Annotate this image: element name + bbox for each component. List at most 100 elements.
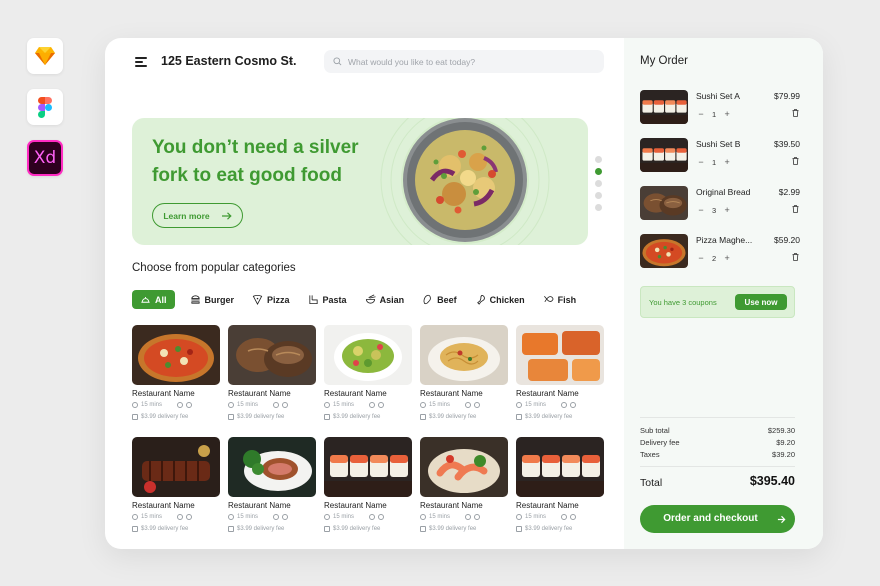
coin-icon [186, 514, 193, 520]
restaurant-image[interactable] [228, 437, 316, 497]
restaurant-card[interactable]: Restaurant Name 15 mins $3.99 delivery fee [132, 437, 220, 534]
restaurant-card[interactable]: Restaurant Name 15 mins $3.99 delivery fee [516, 325, 604, 422]
decrease-quantity-button[interactable]: − [698, 253, 704, 263]
delivery-fee-text: $3.99 delivery fee [525, 526, 573, 532]
xd-app-icon[interactable]: Xd [27, 140, 63, 176]
restaurant-image[interactable] [516, 437, 604, 497]
restaurant-name[interactable]: Restaurant Name [516, 389, 579, 398]
coin-icon [474, 514, 481, 520]
category-tab-chicken[interactable]: Chicken [475, 294, 525, 305]
carousel-dot[interactable] [595, 192, 602, 199]
delivery-fee-row: Delivery fee $9.20 [640, 438, 795, 447]
cloche-icon [141, 297, 150, 303]
learn-more-button[interactable]: Learn more [152, 203, 243, 228]
chevron-down-icon[interactable]: ⌄ [287, 55, 295, 66]
category-tab-all[interactable]: All [132, 290, 175, 309]
search-bar[interactable] [324, 50, 604, 73]
restaurant-card[interactable]: Restaurant Name 15 mins $3.99 delivery fee [228, 437, 316, 534]
delivery-time: 15 mins [516, 402, 577, 408]
restaurant-name[interactable]: Restaurant Name [516, 501, 579, 510]
coupon-banner: You have 3 coupons Use now [640, 286, 795, 318]
increase-quantity-button[interactable]: + [724, 205, 730, 215]
order-checkout-button[interactable]: Order and checkout [640, 505, 795, 533]
coin-icon [273, 514, 280, 520]
coin-icon [465, 514, 472, 520]
restaurant-name[interactable]: Restaurant Name [324, 501, 387, 510]
figma-app-icon[interactable] [27, 89, 63, 125]
trash-icon[interactable] [792, 109, 799, 117]
category-tab-pasta[interactable]: Pasta [308, 294, 347, 305]
restaurant-name[interactable]: Restaurant Name [228, 389, 291, 398]
restaurant-card[interactable]: Restaurant Name 15 mins $3.99 delivery fee [516, 437, 604, 534]
restaurant-name[interactable]: Restaurant Name [324, 389, 387, 398]
carousel-dot[interactable] [595, 180, 602, 187]
quantity-value: 1 [712, 157, 717, 167]
sketch-app-icon[interactable] [27, 38, 63, 74]
trash-icon[interactable] [792, 205, 799, 213]
increase-quantity-button[interactable]: + [724, 253, 730, 263]
food-photo [640, 234, 688, 268]
restaurant-image[interactable] [324, 325, 412, 385]
restaurant-image[interactable] [324, 437, 412, 497]
food-photo [516, 325, 604, 385]
clock-icon [516, 514, 522, 520]
clock-icon [420, 402, 426, 408]
restaurant-image[interactable] [516, 325, 604, 385]
increase-quantity-button[interactable]: + [724, 109, 730, 119]
category-tab-beef[interactable]: Beef [422, 294, 457, 305]
search-input[interactable] [348, 56, 588, 67]
restaurant-image[interactable] [132, 437, 220, 497]
restaurant-image[interactable] [228, 325, 316, 385]
carousel-dot[interactable] [595, 156, 602, 163]
restaurant-card[interactable]: Restaurant Name 15 mins $3.99 delivery fee [132, 325, 220, 422]
restaurant-card[interactable]: Restaurant Name 15 mins $3.99 delivery fee [228, 325, 316, 422]
delivery-icon [228, 414, 234, 420]
order-item-image [640, 90, 688, 124]
delivery-icon [420, 526, 426, 532]
restaurant-card[interactable]: Restaurant Name 15 mins $3.99 delivery fee [324, 437, 412, 534]
restaurant-name[interactable]: Restaurant Name [420, 389, 483, 398]
decrease-quantity-button[interactable]: − [698, 109, 704, 119]
restaurant-name[interactable]: Restaurant Name [132, 501, 195, 510]
coin-icon [465, 402, 472, 408]
restaurant-card[interactable]: Restaurant Name 15 mins $3.99 delivery fee [420, 325, 508, 422]
order-item: Original Bread $2.99 −3 + [640, 186, 800, 220]
divider [640, 417, 795, 418]
increase-quantity-button[interactable]: + [724, 157, 730, 167]
delivery-address[interactable]: 125 Eastern Cosmo St. [161, 54, 296, 68]
carousel-dot-active[interactable] [595, 168, 602, 175]
restaurant-image[interactable] [420, 325, 508, 385]
bowl-icon [365, 294, 376, 304]
category-tab-pizza[interactable]: Pizza [252, 294, 290, 305]
restaurant-name[interactable]: Restaurant Name [420, 501, 483, 510]
taxes-value: $39.20 [772, 450, 795, 459]
trash-icon[interactable] [792, 157, 799, 165]
restaurant-name[interactable]: Restaurant Name [132, 389, 195, 398]
quantity-value: 1 [712, 109, 717, 119]
coin-icon [570, 514, 577, 520]
decrease-quantity-button[interactable]: − [698, 205, 704, 215]
category-label: Burger [204, 294, 235, 305]
category-tab-fish[interactable]: Fish [543, 294, 576, 305]
clock-icon [324, 402, 330, 408]
delivery-time-text: 15 mins [237, 514, 259, 520]
delivery-fee-label: Delivery fee [640, 438, 680, 447]
restaurant-image[interactable] [420, 437, 508, 497]
category-tab-asian[interactable]: Asian [365, 294, 404, 305]
food-photo [324, 325, 412, 385]
trash-icon[interactable] [792, 253, 799, 261]
hero-title: You don’t need a silver fork to eat good… [152, 137, 359, 186]
delivery-icon [132, 526, 138, 532]
category-tab-burger[interactable]: Burger [190, 294, 235, 305]
use-coupon-button[interactable]: Use now [735, 294, 787, 310]
decrease-quantity-button[interactable]: − [698, 157, 704, 167]
restaurant-image[interactable] [132, 325, 220, 385]
menu-icon[interactable] [135, 57, 147, 67]
delivery-fee: $3.99 delivery fee [228, 414, 284, 420]
carousel-dot[interactable] [595, 204, 602, 211]
restaurant-name[interactable]: Restaurant Name [228, 501, 291, 510]
restaurant-card[interactable]: Restaurant Name 15 mins $3.99 delivery fee [324, 325, 412, 422]
restaurant-card[interactable]: Restaurant Name 15 mins $3.99 delivery fee [420, 437, 508, 534]
coin-icon [474, 402, 481, 408]
coin-icon [378, 514, 385, 520]
